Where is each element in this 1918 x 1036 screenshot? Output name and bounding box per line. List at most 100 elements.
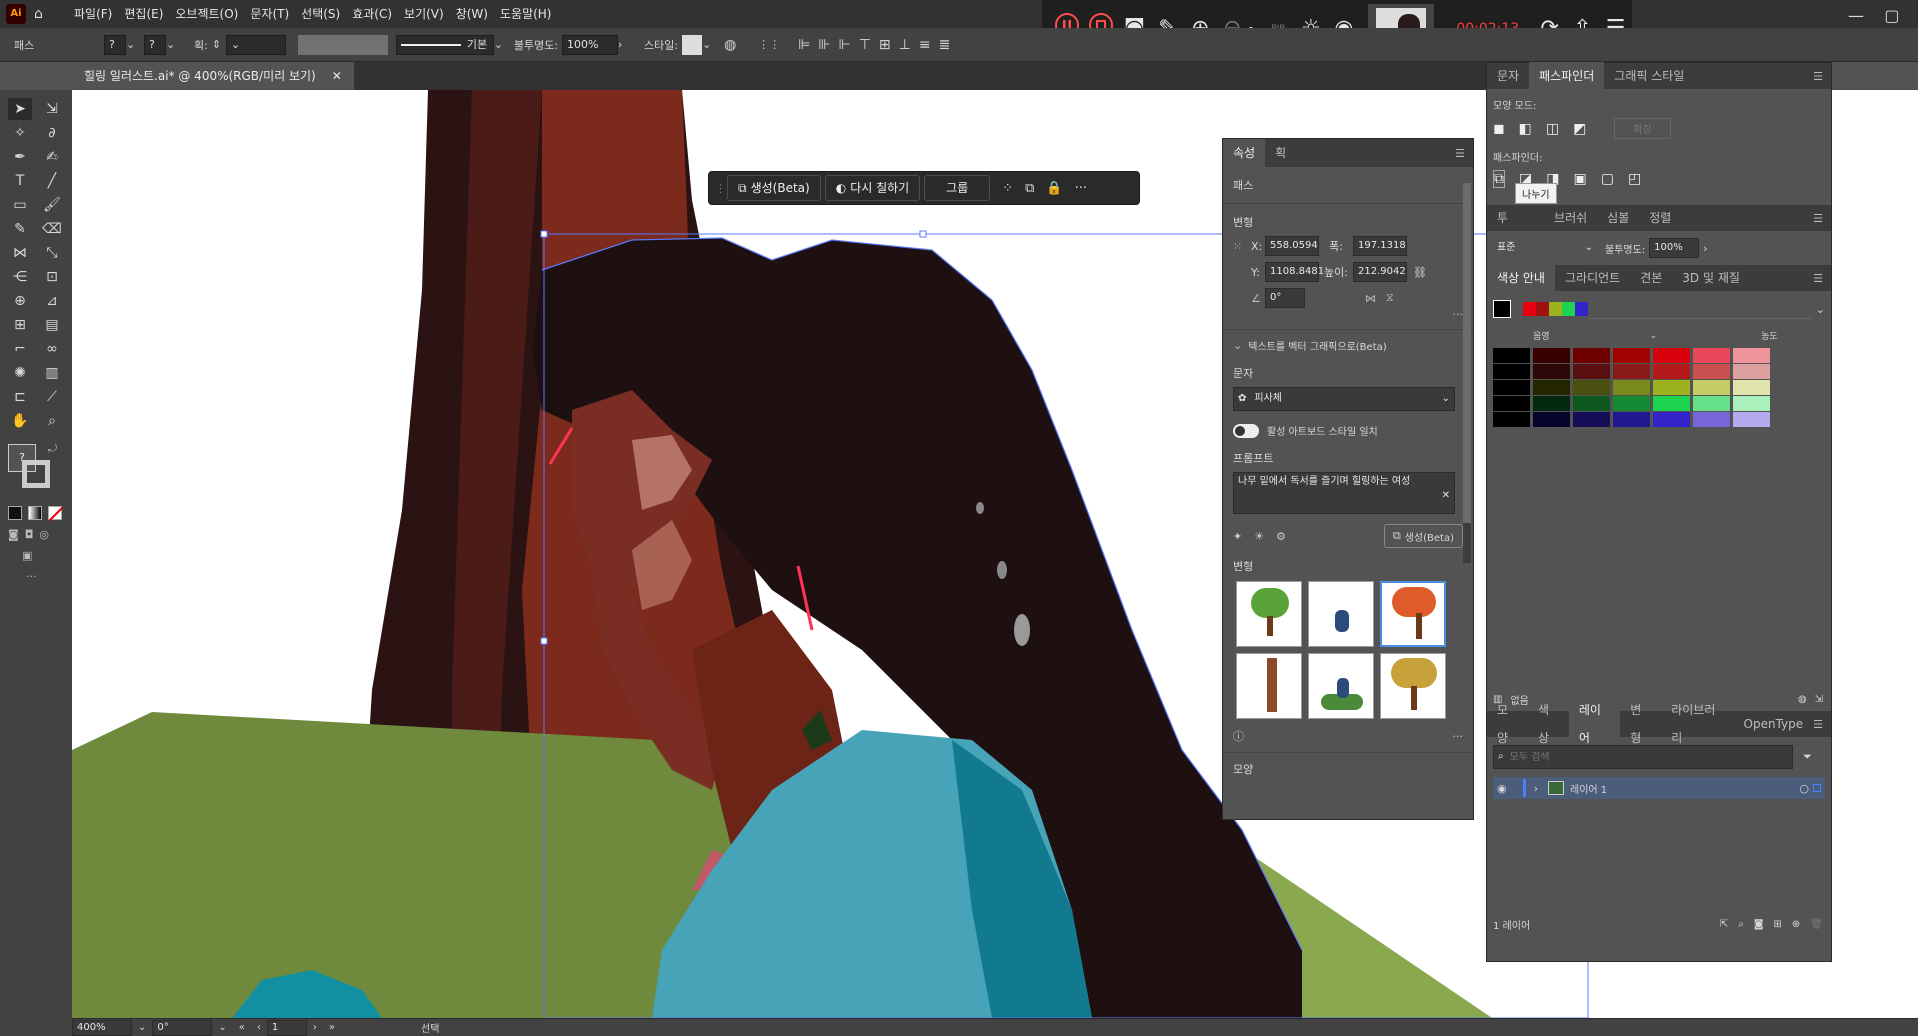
crop-icon[interactable]: ▣: [1573, 171, 1586, 187]
match-style-toggle[interactable]: [1233, 423, 1259, 438]
clipping-mask-icon[interactable]: ◙: [1754, 919, 1764, 930]
color-variation-swatch[interactable]: [1613, 380, 1650, 395]
graph-tool-icon[interactable]: ▥: [40, 362, 64, 384]
color-variation-swatch[interactable]: [1533, 364, 1570, 379]
info-icon[interactable]: ⓘ: [1233, 728, 1244, 744]
variation-thumbnail[interactable]: [1380, 581, 1446, 647]
close-tab-icon[interactable]: ✕: [332, 62, 342, 90]
tab-symbols[interactable]: 심볼: [1597, 204, 1639, 232]
flip-horizontal-icon[interactable]: ⋈: [1365, 292, 1376, 305]
chevron-down-icon[interactable]: ⌄: [702, 38, 716, 51]
slice-tool-icon[interactable]: ⟋: [40, 386, 64, 408]
mesh-tool-icon[interactable]: ⊞: [8, 314, 32, 336]
filter-icon[interactable]: ⏷: [1803, 750, 1812, 764]
menu-item[interactable]: 선택(S): [295, 0, 346, 28]
minimize-icon[interactable]: —: [1848, 6, 1864, 25]
recolor-button[interactable]: ◐ 다시 칠하기: [824, 175, 921, 201]
first-artboard-icon[interactable]: «: [239, 1022, 245, 1033]
color-variation-swatch[interactable]: [1573, 412, 1610, 427]
more-tools-icon[interactable]: ···: [0, 570, 72, 583]
constrain-proportions-icon[interactable]: ⛓: [1413, 266, 1427, 279]
clear-prompt-icon[interactable]: ✕: [1442, 487, 1450, 505]
y-input[interactable]: 1108.8481: [1265, 262, 1324, 282]
tab-color-guide[interactable]: 색상 안내: [1487, 264, 1555, 292]
shaper-tool-icon[interactable]: ✎: [8, 218, 32, 240]
width-tool-icon[interactable]: ⋲: [8, 266, 32, 288]
color-variation-swatch[interactable]: [1573, 380, 1610, 395]
stroke-color-box[interactable]: [22, 460, 50, 488]
menu-item[interactable]: 오브젝트(O): [169, 0, 244, 28]
settings-gear-icon[interactable]: ⚙: [1276, 530, 1286, 543]
rectangle-tool-icon[interactable]: ▭: [8, 194, 32, 216]
selection-tool-icon[interactable]: ➤: [8, 98, 32, 120]
stroke-weight-input[interactable]: ⌄: [225, 34, 286, 55]
opacity-input[interactable]: 100%: [562, 34, 619, 55]
color-variation-swatch[interactable]: [1693, 364, 1730, 379]
paintbrush-tool-icon[interactable]: 🖌: [40, 194, 64, 216]
menu-item[interactable]: 창(W): [450, 0, 494, 28]
color-variation-swatch[interactable]: [1573, 364, 1610, 379]
swap-icon[interactable]: ⤾: [48, 442, 57, 456]
color-variation-swatch[interactable]: [1573, 396, 1610, 411]
color-mode-icon[interactable]: [8, 506, 22, 520]
artboard-number[interactable]: 1: [266, 1019, 307, 1036]
harmony-swatch[interactable]: [1575, 302, 1588, 316]
document-tab[interactable]: 힐링 일러스트.ai* @ 400%(RGB/미리 보기) ✕: [72, 62, 354, 90]
color-variation-swatch[interactable]: [1653, 396, 1690, 411]
prompt-textarea[interactable]: 나무 밑에서 독서를 즐기며 힐링하는 여성 ✕: [1233, 472, 1455, 514]
save-group-icon[interactable]: ⇲: [1815, 694, 1823, 705]
last-artboard-icon[interactable]: »: [329, 1022, 335, 1033]
color-variation-swatch[interactable]: [1693, 396, 1730, 411]
free-transform-tool-icon[interactable]: ⊡: [40, 266, 64, 288]
menu-item[interactable]: 효과(C): [346, 0, 398, 28]
distribute-h-icon[interactable]: ≣: [939, 37, 951, 53]
generate-beta-button[interactable]: ⧉ 생성(Beta): [727, 175, 821, 201]
chevron-right-icon[interactable]: ›: [618, 38, 632, 51]
harmony-colors[interactable]: [1523, 302, 1588, 316]
flip-vertical-icon[interactable]: ⧖: [1386, 291, 1394, 305]
export-icon[interactable]: ⇱: [1720, 919, 1728, 930]
intersect-icon[interactable]: ◫: [1546, 121, 1559, 137]
menu-item[interactable]: 문자(T): [244, 0, 295, 28]
more-variations-icon[interactable]: ···: [1453, 730, 1464, 743]
width-input[interactable]: 197.1318: [1353, 236, 1407, 256]
next-artboard-icon[interactable]: ›: [313, 1022, 317, 1033]
color-variation-swatch[interactable]: [1493, 380, 1530, 395]
color-variation-swatch[interactable]: [1693, 412, 1730, 427]
reflect-tool-icon[interactable]: ⋈: [8, 242, 32, 264]
minus-front-icon[interactable]: ◧: [1519, 121, 1532, 137]
chevron-down-icon[interactable]: ⌄: [218, 1022, 226, 1033]
panel-menu-icon[interactable]: ☰: [1813, 70, 1823, 83]
fill-swatch[interactable]: ?: [104, 34, 126, 55]
minus-back-icon[interactable]: ◰: [1628, 171, 1641, 187]
idea-icon[interactable]: ☀: [1254, 530, 1264, 543]
draw-inside-icon[interactable]: ◎: [39, 528, 49, 541]
harmony-rules-dropdown-icon[interactable]: ⌄: [1816, 303, 1825, 316]
tab-transparency[interactable]: 투: [1487, 204, 1518, 232]
locate-object-icon[interactable]: ⌕: [1738, 919, 1744, 930]
outline-icon[interactable]: ▢: [1601, 171, 1614, 187]
blend-tool-icon[interactable]: ∞: [40, 338, 64, 360]
distribute-icon[interactable]: ≡: [919, 37, 931, 53]
color-variation-swatch[interactable]: [1493, 396, 1530, 411]
lock-icon[interactable]: 🔒: [1046, 181, 1062, 196]
tab-properties[interactable]: 속성: [1223, 139, 1266, 167]
eyedropper-tool-icon[interactable]: ⌐: [8, 338, 32, 360]
align-top-icon[interactable]: ⊤: [859, 37, 871, 53]
color-variation-swatch[interactable]: [1653, 348, 1690, 363]
scale-tool-icon[interactable]: ⤡: [40, 242, 64, 264]
lasso-tool-icon[interactable]: ∂: [40, 122, 64, 144]
group-button[interactable]: 그룹: [924, 175, 991, 201]
swatch-library-icon[interactable]: ▥: [1493, 694, 1502, 705]
harmony-swatch[interactable]: [1549, 302, 1562, 316]
generate-button[interactable]: ⧉ 생성(Beta): [1383, 524, 1463, 548]
type-tool-icon[interactable]: T: [8, 170, 32, 192]
none-mode-icon[interactable]: [48, 506, 64, 522]
maximize-icon[interactable]: ▢: [1884, 6, 1899, 25]
color-variation-swatch[interactable]: [1533, 380, 1570, 395]
graphic-style-swatch[interactable]: [682, 34, 703, 55]
color-variation-swatch[interactable]: [1613, 412, 1650, 427]
color-variation-swatch[interactable]: [1533, 412, 1570, 427]
layer-row[interactable]: ◉ › 레이어 1 ○: [1493, 777, 1825, 799]
height-input[interactable]: 212.9042: [1353, 262, 1407, 282]
